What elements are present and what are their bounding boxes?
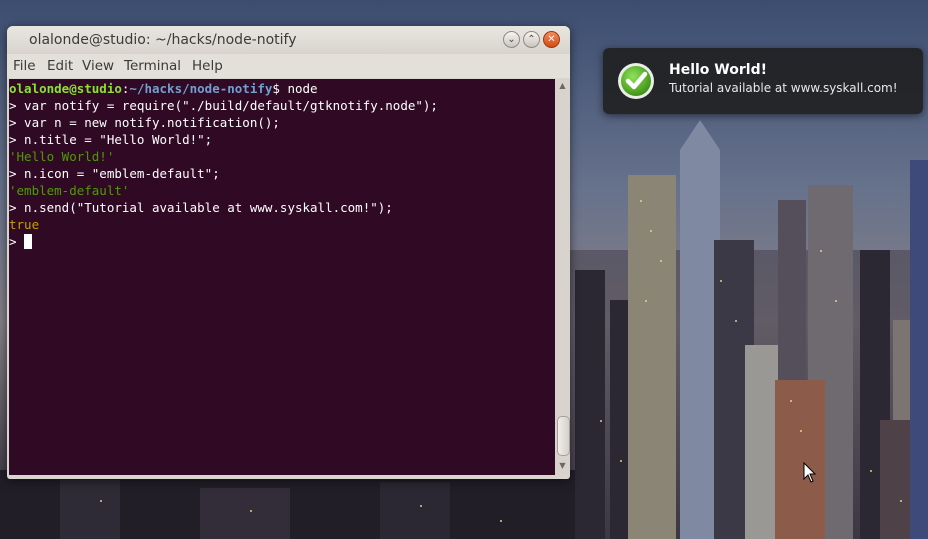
- minimize-button[interactable]: ⌄: [503, 31, 520, 48]
- menu-terminal[interactable]: Terminal: [124, 58, 181, 74]
- menu-view[interactable]: View: [82, 58, 114, 74]
- terminal-line: > var n = new notify.notification();: [9, 115, 280, 130]
- input-line[interactable]: >: [9, 233, 555, 250]
- close-button[interactable]: ✕: [543, 31, 560, 48]
- terminal-window[interactable]: olalonde@studio: ~/hacks/node-notify ⌄ ⌃…: [7, 26, 570, 479]
- scrollbar-thumb[interactable]: [557, 416, 570, 456]
- scroll-down-icon[interactable]: ▼: [555, 459, 570, 473]
- terminal-output[interactable]: olalonde@studio:~/hacks/node-notify$ nod…: [9, 79, 555, 475]
- menu-file[interactable]: File: [13, 58, 36, 74]
- terminal-line: > var notify = require("./build/default/…: [9, 98, 438, 113]
- notification-bubble[interactable]: Hello World! Tutorial available at www.s…: [603, 48, 923, 114]
- terminal-line: > n.icon = "emblem-default";: [9, 166, 220, 181]
- notification-body: Tutorial available at www.syskall.com!: [669, 81, 898, 95]
- check-icon: [618, 63, 654, 99]
- prompt-command: $ node: [272, 81, 318, 96]
- terminal-line: > n.send("Tutorial available at www.sysk…: [9, 200, 393, 215]
- prompt-line: olalonde@studio:~/hacks/node-notify$ nod…: [9, 80, 555, 97]
- maximize-button[interactable]: ⌃: [523, 31, 540, 48]
- terminal-line: 'Hello World!': [9, 149, 115, 164]
- notification-title: Hello World!: [669, 62, 767, 78]
- terminal-line: > n.title = "Hello World!";: [9, 132, 213, 147]
- window-titlebar[interactable]: olalonde@studio: ~/hacks/node-notify ⌄ ⌃…: [7, 26, 570, 54]
- menu-edit[interactable]: Edit: [47, 58, 73, 74]
- scrollbar[interactable]: ▲ ▼: [555, 79, 570, 475]
- menu-bar: File Edit View Terminal Help: [7, 54, 570, 78]
- menu-help[interactable]: Help: [192, 58, 223, 74]
- scroll-up-icon[interactable]: ▲: [555, 79, 570, 93]
- input-prompt: >: [9, 234, 25, 249]
- prompt-path: ~/hacks/node-notify: [129, 81, 273, 96]
- prompt-user: olalonde@studio: [9, 81, 122, 96]
- mouse-pointer-icon: [803, 462, 817, 483]
- terminal-line: true: [9, 217, 40, 232]
- terminal-line: 'emblem-default': [9, 183, 130, 198]
- text-cursor: [24, 234, 33, 249]
- window-title: olalonde@studio: ~/hacks/node-notify: [29, 32, 297, 48]
